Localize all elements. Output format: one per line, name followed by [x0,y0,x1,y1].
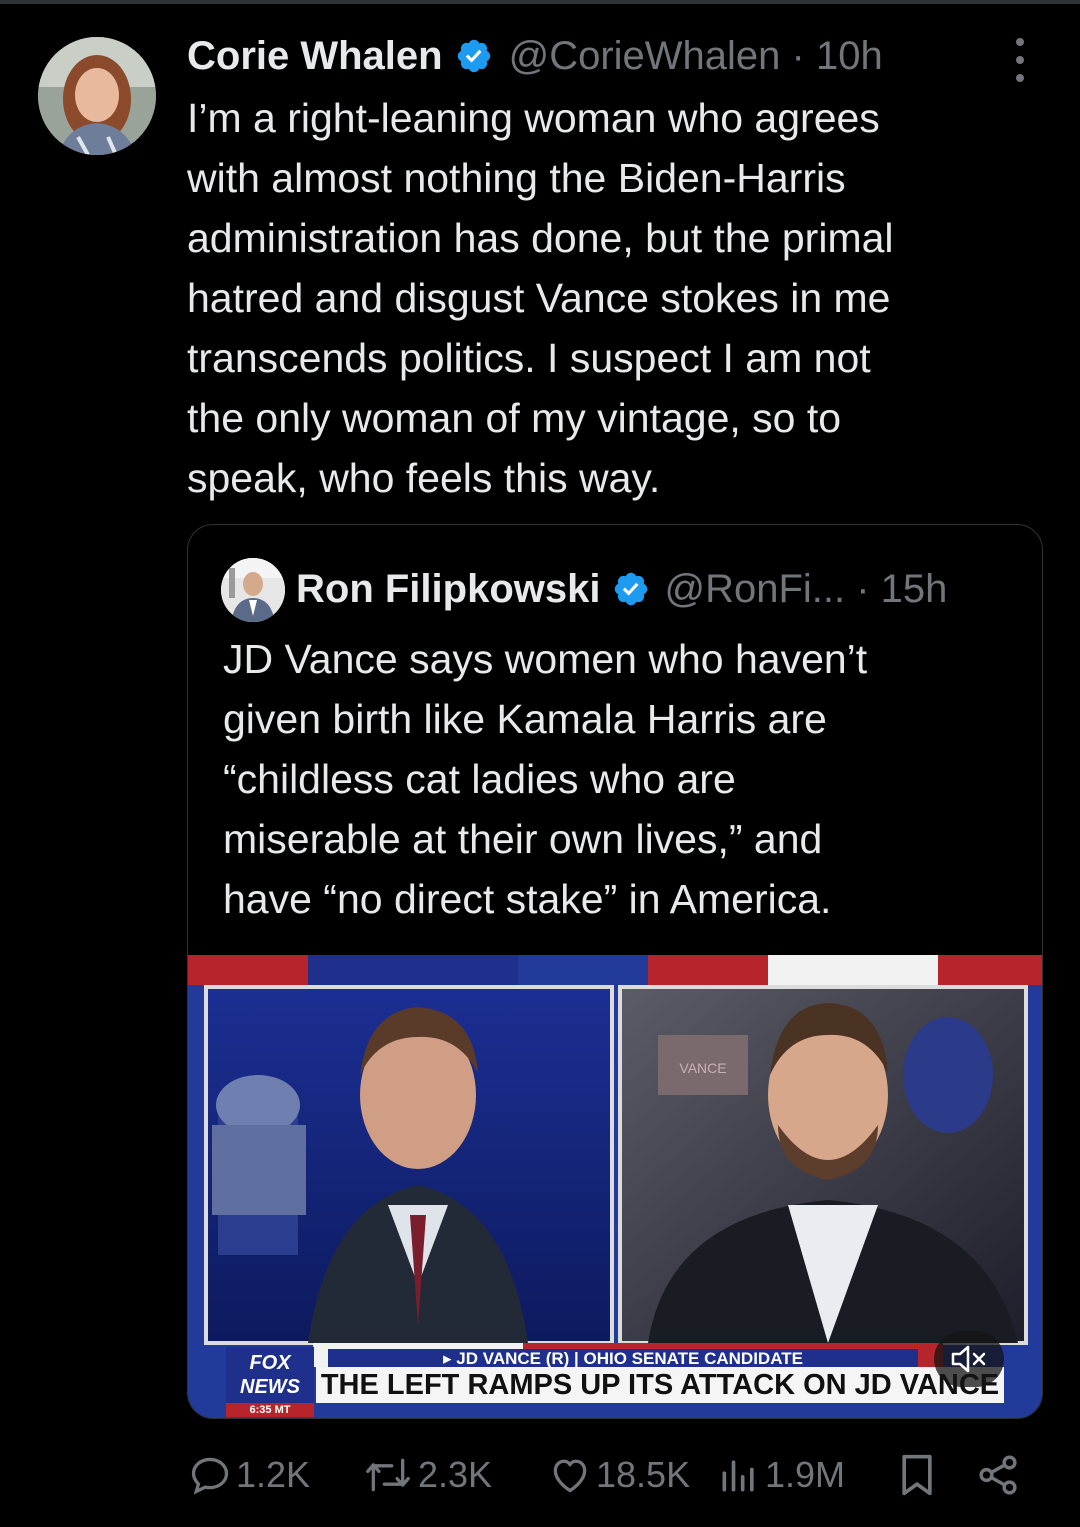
quoted-author-name[interactable]: Ron Filipkowski [296,567,600,612]
quoted-tweet-header: Ron Filipkowski @RonFi... · 15h [296,559,947,619]
tweet-header: Corie Whalen @CorieWhalen · 10h [187,28,883,84]
quoted-avatar-photo [221,558,285,622]
retweet-button[interactable]: 2.3K [362,1440,492,1510]
author-name[interactable]: Corie Whalen [187,34,443,79]
views-button[interactable]: 1.9M [717,1440,845,1510]
bookmark-icon [902,1454,932,1496]
quoted-author-handle-time[interactable]: @RonFi... · 15h [664,567,947,612]
lower-third-headline: THE LEFT RAMPS UP ITS ATTACK ON JD VANCE [320,1369,1000,1401]
lower-third-subtitle: ▸ JD VANCE (R) | OHIO SENATE CANDIDATE [443,1349,803,1368]
logo-bottom: NEWS [240,1376,300,1398]
quoted-tweet-card[interactable]: Ron Filipkowski @RonFi... · 15h JD Vance… [187,524,1043,1419]
like-button[interactable]: 18.5K [548,1440,690,1510]
avatar-photo [38,37,156,155]
share-button[interactable] [975,1440,1021,1510]
mute-button[interactable] [934,1331,1004,1387]
views-chart-icon [722,1460,754,1492]
author-handle-time[interactable]: @CorieWhalen · 10h [509,34,883,79]
reply-count: 1.2K [236,1454,311,1495]
verified-badge-icon [457,39,490,73]
fox-news-logo: FOX NEWS [226,1347,314,1403]
quoted-tweet-text: JD Vance says women who haven’t given bi… [223,636,868,922]
like-count: 18.5K [596,1454,691,1495]
top-divider [0,0,1080,4]
retweet-icon [366,1458,410,1492]
tweet-action-bar: 1.2K 2.3K 18.5K 1.9M [0,1440,1080,1510]
broadcast-time: 6:35 MT [249,1404,291,1416]
quoted-author-avatar[interactable] [221,558,285,622]
author-avatar[interactable] [38,37,156,155]
views-count: 1.9M [765,1454,846,1495]
logo-top: FOX [249,1352,291,1374]
reply-button[interactable]: 1.2K [188,1440,310,1510]
tweet-text: I’m a right-leaning woman who agrees wit… [187,95,894,501]
video-player[interactable]: VANCE FOX NEWS 6:35 MT ▸ JD VANCE (R) | … [188,955,1042,1418]
volume-muted-icon [951,1345,986,1373]
retweet-count: 2.3K [418,1454,493,1495]
bookmark-button[interactable] [895,1440,939,1510]
share-icon [979,1455,1017,1495]
sign-text: VANCE [679,1060,726,1076]
more-options-icon[interactable] [1002,38,1038,82]
heart-icon [553,1459,587,1493]
quoted-verified-badge-icon [615,572,648,606]
reply-icon [191,1457,229,1495]
